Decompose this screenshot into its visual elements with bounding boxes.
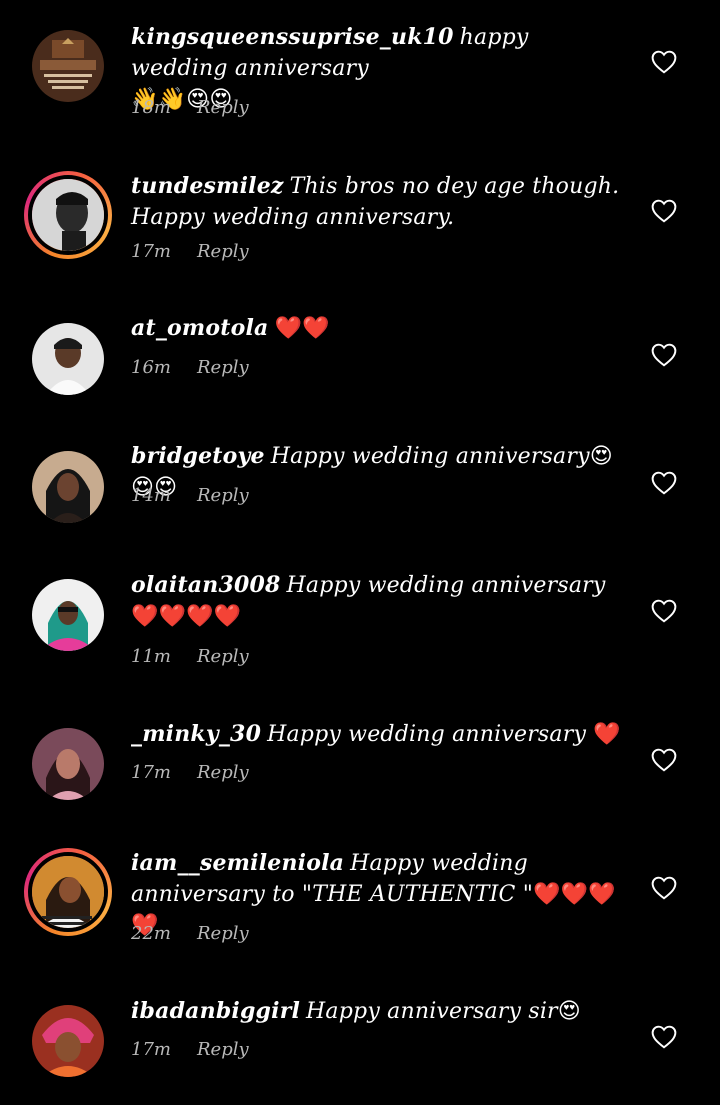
like-button[interactable] — [651, 1025, 677, 1049]
comment-username[interactable]: olaitan3008 — [131, 572, 281, 598]
reply-button[interactable]: Reply — [197, 923, 249, 944]
comment-body: Happy wedding anniversary — [270, 444, 590, 469]
like-button[interactable] — [651, 50, 677, 74]
reply-button[interactable]: Reply — [197, 97, 249, 118]
comment-timestamp: 17m — [131, 241, 171, 262]
comment-meta: 11m Reply — [131, 646, 249, 667]
comment-username[interactable]: at_omotola — [131, 315, 269, 341]
avatar[interactable] — [32, 323, 104, 395]
comment-meta: 17m Reply — [131, 762, 249, 783]
reply-button[interactable]: Reply — [197, 485, 249, 506]
like-button[interactable] — [651, 343, 677, 367]
avatar-image-bridgetoye — [32, 451, 104, 523]
comment-username[interactable]: ibadanbiggirl — [131, 998, 300, 1024]
comment-emoji: ❤️❤️❤️❤️ — [131, 604, 242, 629]
comment-timestamp: 11m — [131, 646, 171, 667]
heart-outline-icon — [651, 343, 677, 367]
heart-outline-icon — [651, 50, 677, 74]
comment-emoji: 😍 — [557, 999, 581, 1024]
comment-meta: 17m Reply — [131, 1039, 249, 1060]
heart-outline-icon — [651, 199, 677, 223]
comment-meta: 18m Reply — [131, 97, 249, 118]
comment-meta: 17m Reply — [131, 241, 249, 262]
comment-meta: 14m Reply — [131, 485, 249, 506]
avatar-story-ring[interactable] — [24, 848, 112, 936]
avatar-image-at-omotola — [32, 323, 104, 395]
avatar[interactable] — [32, 579, 104, 651]
comment-body: Happy anniversary sir — [306, 999, 558, 1024]
avatar — [28, 852, 108, 932]
avatar[interactable] — [32, 451, 104, 523]
comment-emoji: ❤️❤️ — [274, 316, 330, 341]
comment-meta: 22m Reply — [131, 923, 249, 944]
comment-text: olaitan3008 Happy wedding anniversary ❤️❤️… — [131, 570, 621, 632]
avatar[interactable] — [32, 30, 104, 102]
heart-outline-icon — [651, 748, 677, 772]
like-button[interactable] — [651, 748, 677, 772]
comment-username[interactable]: iam__semileniola — [131, 850, 344, 876]
reply-button[interactable]: Reply — [197, 762, 249, 783]
like-button[interactable] — [651, 599, 677, 623]
reply-button[interactable]: Reply — [197, 357, 249, 378]
comment-timestamp: 16m — [131, 357, 171, 378]
comment-username[interactable]: kingsqueenssuprise_uk10 — [131, 24, 454, 50]
comment-meta: 16m Reply — [131, 357, 249, 378]
avatar-image-kingsqueens — [32, 30, 104, 102]
avatar-image-olaitan3008 — [32, 579, 104, 651]
avatar-story-ring[interactable] — [24, 171, 112, 259]
reply-button[interactable]: Reply — [197, 241, 249, 262]
comment-text: tundesmilez This bros no dey age though. … — [131, 171, 621, 233]
like-button[interactable] — [651, 876, 677, 900]
comment-username[interactable]: tundesmilez — [131, 173, 284, 199]
comment-body: Happy wedding anniversary — [286, 573, 606, 598]
avatar-image-minky-30 — [32, 728, 104, 800]
heart-outline-icon — [651, 1025, 677, 1049]
comment-timestamp: 17m — [131, 1039, 171, 1060]
comment-emoji: ❤️ — [593, 722, 621, 747]
avatar-image-tundesmilez — [32, 179, 104, 251]
avatar[interactable] — [32, 1005, 104, 1077]
reply-button[interactable]: Reply — [197, 646, 249, 667]
avatar[interactable] — [32, 728, 104, 800]
comment-text: _minky_30 Happy wedding anniversary ❤️ — [131, 719, 621, 750]
comment-timestamp: 18m — [131, 97, 171, 118]
comment-username[interactable]: bridgetoye — [131, 443, 265, 469]
heart-outline-icon — [651, 471, 677, 495]
comment-username[interactable]: _minky_30 — [131, 721, 261, 747]
heart-outline-icon — [651, 876, 677, 900]
comment-timestamp: 14m — [131, 485, 171, 506]
comment-timestamp: 17m — [131, 762, 171, 783]
heart-outline-icon — [651, 599, 677, 623]
avatar — [28, 175, 108, 255]
avatar-image-iam-semileniola — [32, 856, 104, 928]
like-button[interactable] — [651, 471, 677, 495]
like-button[interactable] — [651, 199, 677, 223]
comment-text: at_omotola ❤️❤️ — [131, 313, 621, 344]
avatar-image-ibadanbiggirl — [32, 1005, 104, 1077]
comment-text: ibadanbiggirl Happy anniversary sir😍 — [131, 996, 621, 1027]
comment-timestamp: 22m — [131, 923, 171, 944]
comment-body: Happy wedding anniversary — [267, 722, 594, 747]
reply-button[interactable]: Reply — [197, 1039, 249, 1060]
